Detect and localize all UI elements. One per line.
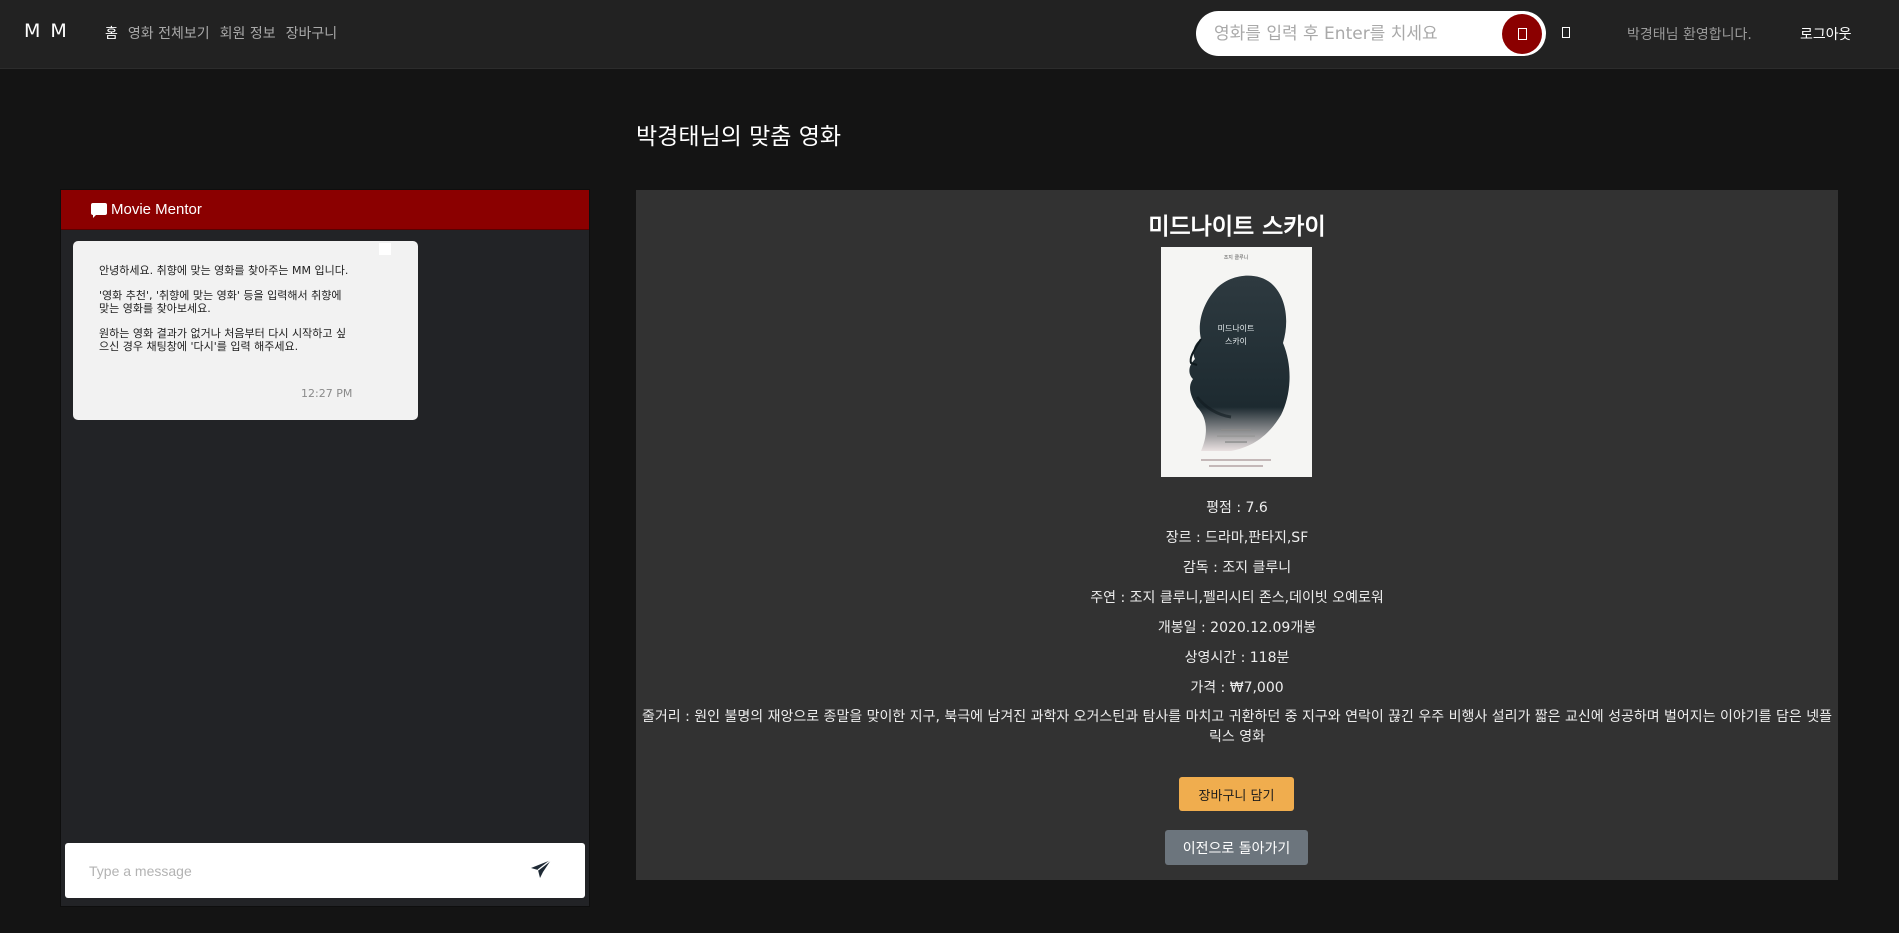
movie-cast: 주연 : 조지 클루니,펠리시티 존스,데이빗 오예로워 bbox=[1090, 590, 1384, 606]
logout-link[interactable]: 로그아웃 bbox=[1800, 24, 1852, 44]
go-back-button[interactable]: 이전으로 돌아가기 bbox=[1165, 830, 1308, 865]
send-icon bbox=[531, 858, 552, 878]
poster-title-line: 미드나이트 bbox=[1218, 323, 1255, 333]
search-bar bbox=[1196, 11, 1546, 56]
chat-input-bar bbox=[65, 843, 585, 898]
send-button[interactable] bbox=[527, 857, 555, 883]
search-input[interactable] bbox=[1214, 11, 1484, 56]
movie-poster[interactable]: 조지 클루니 미드나이트 스카이 bbox=[1161, 247, 1312, 477]
movie-detail-panel: 미드나이트 스카이 조지 클루니 미드나이트 스카이 평점 : 7.6 장르:… bbox=[636, 190, 1838, 880]
poster-artwork: 조지 클루니 미드나이트 스카이 bbox=[1161, 247, 1312, 477]
search-icon bbox=[1517, 28, 1527, 40]
top-navbar: M M 홈 영화 전체보기 회원 정보 장바구니 박경태님 환영합니다. 로그아… bbox=[0, 0, 1899, 69]
nav-link-cart[interactable]: 장바구니 bbox=[286, 23, 338, 43]
add-to-cart-button[interactable]: 장바구니 담기 bbox=[1179, 777, 1294, 811]
movie-price: 가격 : ₩7,000 bbox=[1190, 680, 1284, 696]
mic-icon[interactable] bbox=[1562, 27, 1570, 38]
chat-message-body: 안녕하세요. 취향에 맞는 영화를 찾아주는 MM 입니다. '영화 추천', … bbox=[99, 264, 354, 365]
nav-links: 홈 영화 전체보기 회원 정보 장바구니 bbox=[105, 23, 347, 43]
nav-link-all-movies[interactable]: 영화 전체보기 bbox=[128, 23, 210, 43]
chat-message-paragraph: 안녕하세요. 취향에 맞는 영화를 찾아주는 MM 입니다. bbox=[99, 264, 349, 277]
movie-title: 미드나이트 스카이 bbox=[1148, 214, 1326, 240]
page-title: 박경태님의 맞춤 영화 bbox=[636, 124, 842, 150]
bubble-corner-mark bbox=[379, 243, 391, 255]
nav-link-member-info[interactable]: 회원 정보 bbox=[220, 23, 276, 43]
poster-title-line: 스카이 bbox=[1225, 336, 1247, 346]
chat-message-bubble: 안녕하세요. 취향에 맞는 영화를 찾아주는 MM 입니다. '영화 추천', … bbox=[73, 241, 418, 420]
movie-runtime: 상영시간 : 118분 bbox=[1184, 650, 1290, 666]
search-button[interactable] bbox=[1502, 14, 1542, 54]
nav-link-home[interactable]: 홈 bbox=[105, 23, 118, 43]
chat-message-paragraph: '영화 추천', '취향에 맞는 영화' 등을 입력해서 취향에 맞는 영화를 … bbox=[99, 289, 342, 315]
comment-icon bbox=[91, 203, 107, 218]
welcome-text: 박경태님 환영합니다. bbox=[1627, 27, 1752, 43]
chat-message-paragraph: 원하는 영화 결과가 없거나 처음부터 다시 시작하고 싶으신 경우 채팅창에 … bbox=[99, 327, 347, 353]
movie-release-date: 개봉일 : 2020.12.09개봉 bbox=[1157, 620, 1317, 636]
movie-synopsis: 줄거리 : 원인 불명의 재앙으로 종말을 맞이한 지구, 북극에 남겨진 과학… bbox=[642, 709, 1832, 745]
movie-genre: 장르 : 드라마,판타지,SF bbox=[1165, 530, 1309, 546]
movie-director: 감독 : 조지 클루니 bbox=[1182, 560, 1292, 576]
chat-title: Movie Mentor bbox=[111, 201, 202, 218]
poster-top-text: 조지 클루니 bbox=[1224, 254, 1249, 261]
chat-message-input[interactable] bbox=[89, 843, 519, 898]
chat-panel: Movie Mentor 안녕하세요. 취향에 맞는 영화를 찾아주는 MM 입… bbox=[60, 189, 590, 907]
chat-message-time: 12:27 PM bbox=[301, 387, 353, 400]
movie-rating: 평점 : 7.6 bbox=[1206, 500, 1268, 516]
brand-logo[interactable]: M M bbox=[24, 20, 69, 42]
chat-header: Movie Mentor bbox=[61, 190, 589, 230]
